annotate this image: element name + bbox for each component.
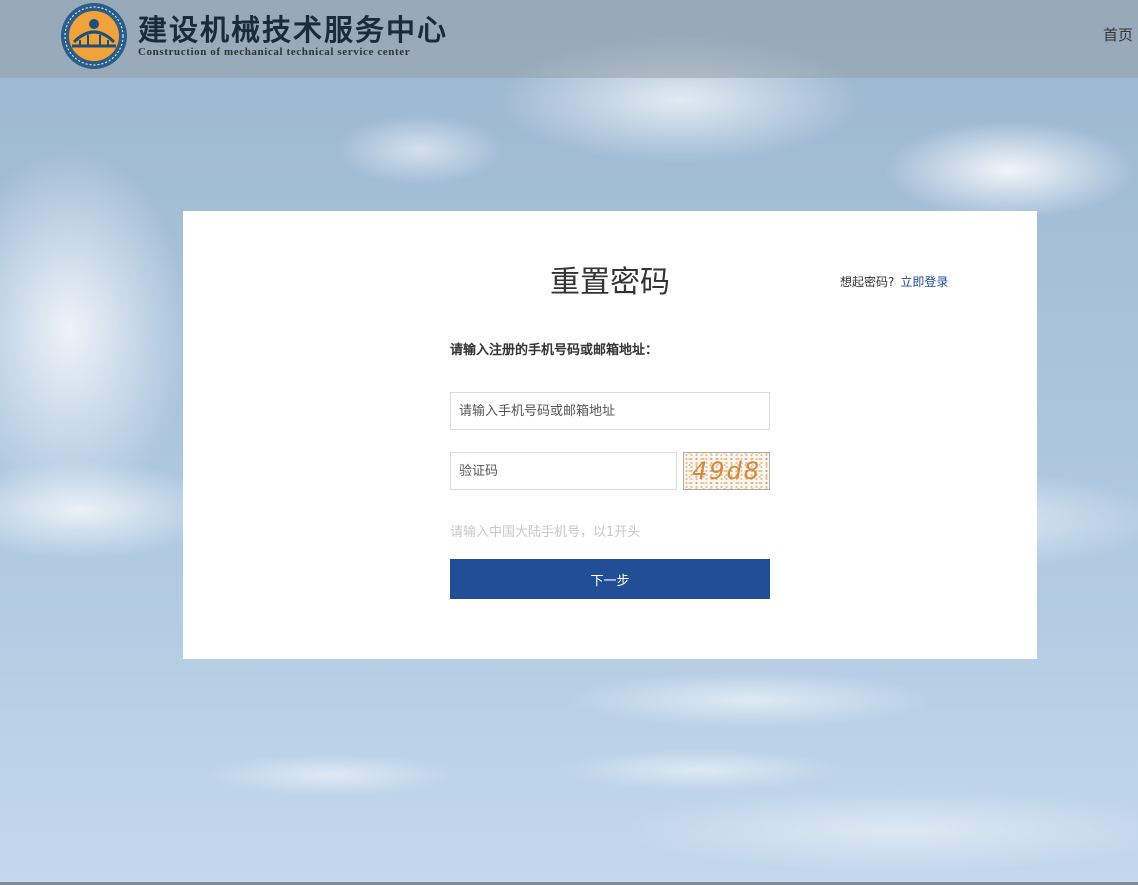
account-prompt-label: 请输入注册的手机号码或邮箱地址： bbox=[450, 343, 659, 358]
captcha-text: 49d8 bbox=[691, 457, 762, 485]
site-header: 建设机械技术服务中心 Construction of mechanical te… bbox=[0, 0, 1138, 78]
login-now-link[interactable]: 立即登录 bbox=[900, 275, 948, 289]
next-step-button[interactable]: 下一步 bbox=[450, 559, 770, 599]
site-subtitle: Construction of mechanical technical ser… bbox=[138, 46, 411, 58]
logo-emblem-icon[interactable] bbox=[60, 2, 128, 70]
remember-password-row: 想起密码? 立即登录 bbox=[840, 273, 948, 290]
nav-home-link[interactable]: 首页 bbox=[1103, 24, 1133, 45]
remember-password-text: 想起密码? bbox=[840, 275, 895, 289]
account-input[interactable] bbox=[450, 392, 770, 430]
phone-hint-text: 请输入中国大陆手机号，以1开头 bbox=[450, 525, 641, 540]
reset-password-panel: 重置密码 想起密码?立即登录 请输入注册的手机号码或邮箱地址： 49d8 请输入… bbox=[183, 211, 1037, 659]
verification-code-input[interactable] bbox=[450, 452, 677, 490]
captcha-image[interactable]: 49d8 bbox=[683, 452, 770, 490]
site-title: 建设机械技术服务中心 bbox=[138, 13, 449, 47]
